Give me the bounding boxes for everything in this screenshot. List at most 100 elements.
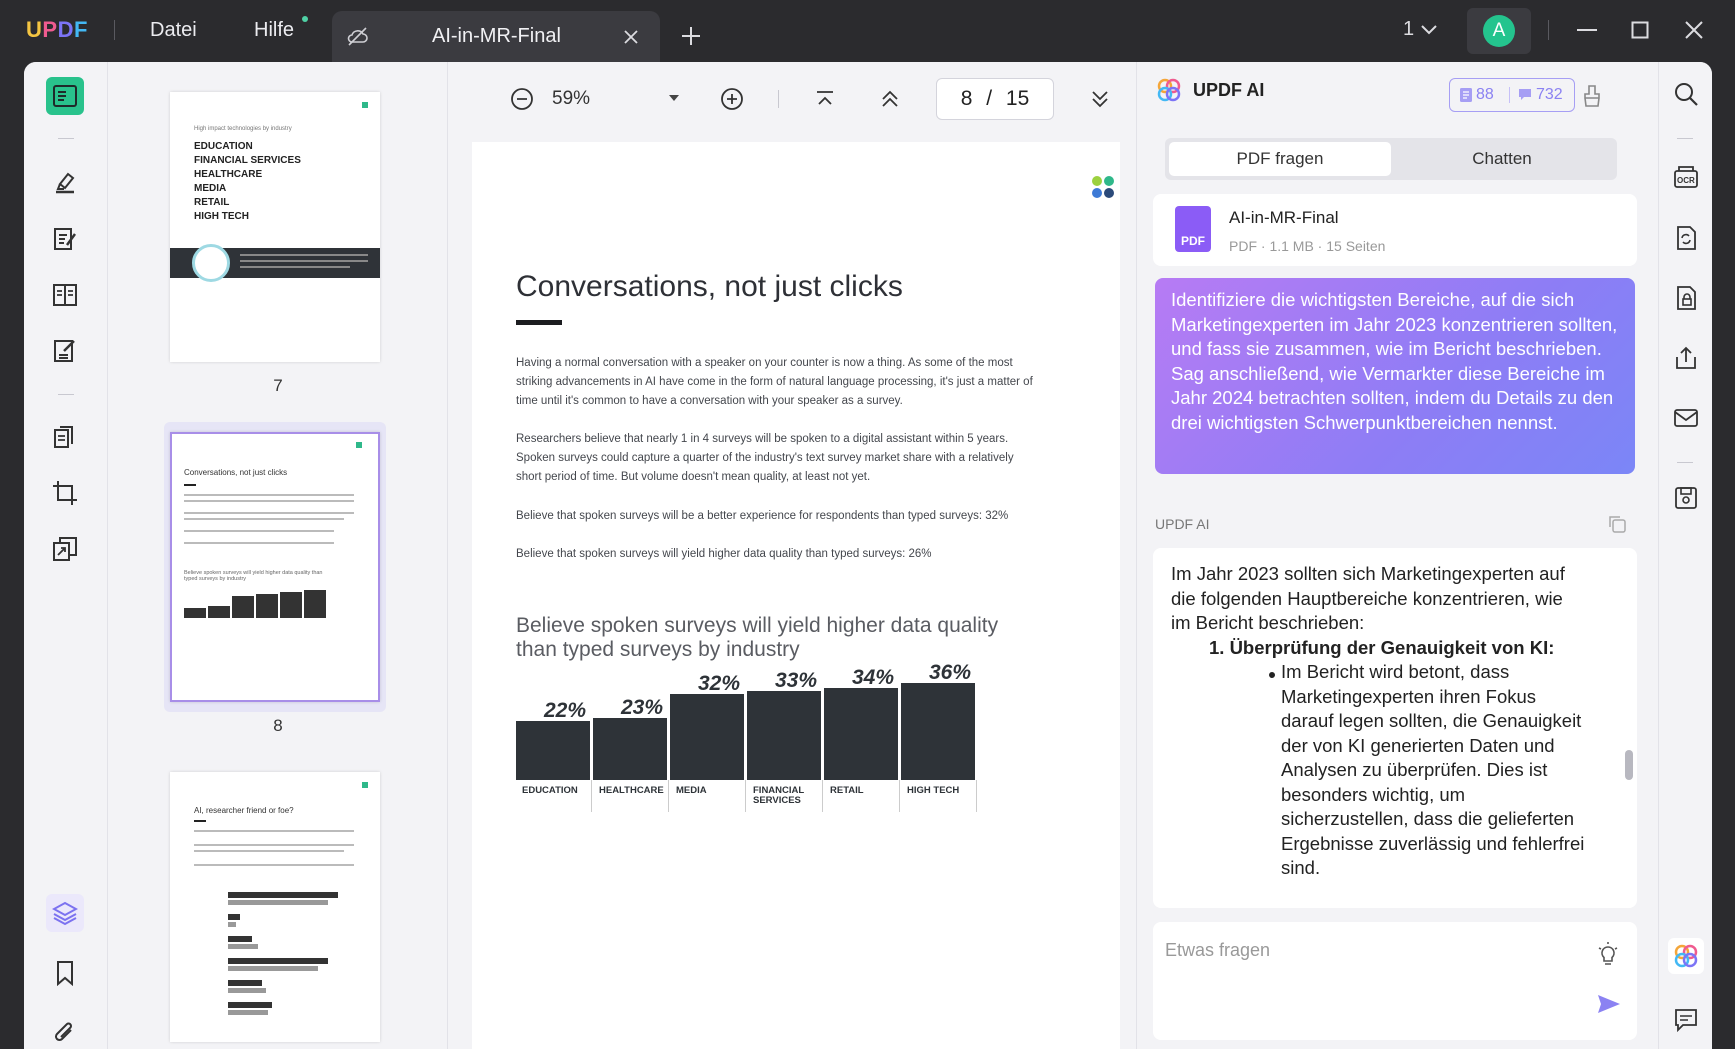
menu-file[interactable]: Datei <box>150 19 197 42</box>
chart-value-label: 33% <box>775 668 818 692</box>
window-controls-divider <box>1548 20 1549 40</box>
answer-scrollbar[interactable] <box>1625 750 1633 780</box>
minimize-icon[interactable] <box>1576 28 1598 32</box>
zoom-out-icon[interactable] <box>510 87 534 111</box>
ai-title: UPDF AI <box>1193 80 1265 100</box>
chart-value-label: 32% <box>698 671 741 695</box>
document-tab[interactable]: AI-in-MR-Final <box>332 11 660 62</box>
zoom-dropdown-icon[interactable] <box>668 94 680 102</box>
answer-heading: 1. Überprüfung der Genauigkeit von KI: <box>1209 637 1555 658</box>
pages-icon <box>54 426 73 448</box>
form-icon <box>54 340 75 362</box>
current-page: 8 <box>960 87 973 110</box>
ask-box <box>1153 922 1637 1040</box>
new-tab-plus-icon[interactable] <box>681 26 701 46</box>
tab-chat[interactable]: Chatten <box>1391 142 1613 176</box>
first-page-icon[interactable] <box>815 90 835 108</box>
thumbnail-label-8: 8 <box>273 716 283 735</box>
thumb9-title: AI, researcher friend or foe? <box>194 806 294 815</box>
window-switch[interactable]: 1 <box>1403 18 1414 41</box>
chart-category-label: FINANCIAL SERVICES <box>753 785 805 806</box>
chart-value-label: 22% <box>544 698 587 722</box>
doc-credits: 88 <box>1476 86 1494 103</box>
chevron-down-icon[interactable] <box>1420 24 1438 36</box>
page-layout-button[interactable] <box>46 276 84 314</box>
edit-document-icon <box>54 228 77 250</box>
convert-button[interactable] <box>46 530 84 568</box>
highlighter-icon <box>56 172 75 194</box>
message-credits: 732 <box>1536 86 1563 103</box>
chart-bar <box>516 720 590 780</box>
account-button[interactable]: A <box>1467 8 1531 54</box>
comments-button[interactable] <box>1668 1002 1704 1038</box>
page-number-input[interactable]: 8 / 15 <box>936 78 1054 120</box>
fill-sign-button[interactable] <box>46 332 84 370</box>
layers-icon <box>52 901 78 926</box>
thumb-logo-mark <box>356 442 362 448</box>
close-window-icon[interactable] <box>1684 20 1704 40</box>
page-paragraph-3: Believe that spoken surveys will be a be… <box>516 510 1009 522</box>
previous-page-icon[interactable] <box>880 89 900 109</box>
pdf-file-icon: PDF <box>1175 206 1211 252</box>
window-number: 1 <box>1403 18 1415 40</box>
attachments-button[interactable] <box>46 1014 84 1049</box>
reader-mode-button[interactable] <box>46 77 84 115</box>
thumb7-dark-band <box>170 244 380 282</box>
copy-pages-icon <box>53 537 77 561</box>
maximize-icon[interactable] <box>1631 21 1649 39</box>
cloud-off-icon <box>347 27 368 46</box>
page-thumbnail-8[interactable]: Conversations, not just clicks Believe s… <box>170 432 380 702</box>
page-heading: Conversations, not just clicks <box>516 270 903 303</box>
email-button[interactable] <box>1668 400 1704 436</box>
toolbar-divider <box>778 90 779 108</box>
thumb7-line: RETAIL <box>194 197 230 208</box>
page-thumbnail-9[interactable]: AI, researcher friend or foe? <box>170 772 380 1042</box>
rail-divider <box>58 138 74 139</box>
thumb8-title: Conversations, not just clicks <box>184 468 288 477</box>
page-paragraph-1: Having a normal conversation with a spea… <box>516 357 1033 407</box>
menu-help[interactable]: Hilfe <box>254 19 294 42</box>
chart-value-label: 36% <box>929 660 972 684</box>
total-pages: 15 <box>1005 87 1030 110</box>
page-paragraph-2: Researchers believe that nearly 1 in 4 s… <box>516 433 1014 483</box>
comment-tool-button[interactable] <box>46 164 84 202</box>
tab-ask-pdf[interactable]: PDF fragen <box>1169 142 1391 176</box>
save-button[interactable] <box>1668 480 1704 516</box>
share-button[interactable] <box>1668 340 1704 376</box>
bullet-dot <box>1269 672 1275 678</box>
file-name: AI-in-MR-Final <box>1229 208 1339 227</box>
bookmarks-button[interactable] <box>46 954 84 992</box>
chart-category-label: RETAIL <box>830 785 864 796</box>
ai-answer: Im Jahr 2023 sollten sich Marketingexper… <box>1153 548 1637 908</box>
thumb7-line: MEDIA <box>194 183 227 194</box>
updf-ai-button[interactable] <box>1668 938 1704 974</box>
page-logo-dot <box>1104 176 1114 186</box>
send-icon[interactable] <box>1597 994 1621 1014</box>
zoom-in-icon[interactable] <box>720 87 744 111</box>
ocr-button[interactable]: OCR <box>1668 160 1704 196</box>
organize-pages-button[interactable] <box>46 418 84 456</box>
ask-input[interactable] <box>1165 936 1525 964</box>
thumb7-graphic <box>192 244 230 282</box>
ai-credits-badge[interactable]: 88 732 <box>1449 78 1575 112</box>
next-page-icon[interactable] <box>1090 89 1110 109</box>
lightbulb-icon[interactable] <box>1597 942 1619 968</box>
convert-pdf-button[interactable] <box>1668 220 1704 256</box>
page-separator: / <box>986 87 993 110</box>
rail-divider <box>1677 138 1693 139</box>
layers-button[interactable] <box>46 894 84 932</box>
tab-close-icon[interactable] <box>623 29 639 45</box>
copy-icon[interactable] <box>1607 514 1627 534</box>
search-button[interactable] <box>1668 76 1704 112</box>
zoom-level[interactable]: 59% <box>552 88 590 110</box>
viewer-toolbar: 59% 8 / 15 <box>448 62 1136 136</box>
page-thumbnail-7[interactable]: High impact technologies by industry EDU… <box>170 92 380 362</box>
ocr-icon: OCR <box>1674 166 1698 188</box>
clean-chat-icon[interactable] <box>1583 84 1601 108</box>
svg-text:OCR: OCR <box>1677 176 1695 185</box>
chart-bar <box>747 690 821 780</box>
edit-pdf-button[interactable] <box>46 220 84 258</box>
title-divider <box>114 20 115 40</box>
protect-button[interactable] <box>1668 280 1704 316</box>
crop-pages-button[interactable] <box>46 474 84 512</box>
